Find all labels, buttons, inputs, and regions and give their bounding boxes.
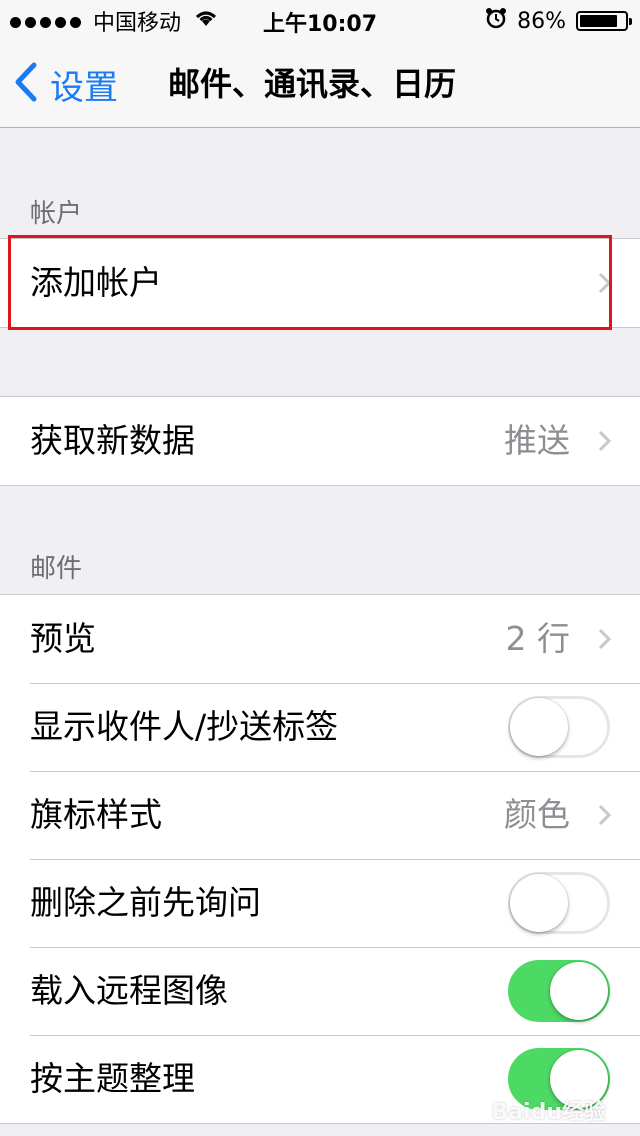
watermark-logo: Baidu经验 [491,1100,606,1125]
ask-before-delete-cell: 删除之前先询问 [0,859,640,947]
battery-percent: 86% [517,8,566,34]
ask-before-delete-label: 删除之前先询问 [30,883,261,922]
alarm-icon [485,7,507,35]
fetch-new-data-cell[interactable]: 获取新数据 推送 [0,397,640,485]
page-title: 邮件、通讯录、日历 [168,65,457,103]
flag-style-value: 颜色 [504,795,570,834]
section-header-mail: 邮件 [30,554,83,584]
load-remote-images-cell: 载入远程图像 [0,947,640,1035]
load-remote-images-label: 载入远程图像 [30,971,228,1010]
flag-style-label: 旗标样式 [30,795,162,834]
status-right: 86% [485,6,632,36]
chevron-right-icon [598,430,612,456]
show-to-cc-toggle[interactable] [508,696,610,758]
section-header-accounts: 帐户 [30,199,83,229]
back-chevron-icon [14,62,38,106]
fetch-new-data-label: 获取新数据 [30,421,195,460]
fetch-new-data-value: 推送 [504,421,570,460]
show-to-cc-cell: 显示收件人/抄送标签 [0,683,640,771]
chevron-right-icon [598,272,612,298]
accounts-group: 添加帐户 [0,238,640,328]
navigation-bar: 设置 邮件、通讯录、日历 [0,40,640,128]
battery-icon [576,11,632,31]
back-button[interactable]: 设置 [14,62,118,108]
load-remote-images-toggle[interactable] [508,960,610,1022]
preview-label: 预览 [30,619,96,658]
chevron-right-icon [598,804,612,830]
ask-before-delete-toggle[interactable] [508,872,610,934]
battery-level [580,15,618,27]
add-account-cell[interactable]: 添加帐户 [0,239,640,327]
organize-by-thread-label: 按主题整理 [30,1059,195,1098]
mail-group: 预览 2 行 显示收件人/抄送标签 旗标样式 颜色 删除之前先询问 载入远程图像… [0,594,640,1124]
back-label: 设置 [50,67,118,108]
preview-cell[interactable]: 预览 2 行 [0,595,640,683]
chevron-right-icon [598,628,612,654]
flag-style-cell[interactable]: 旗标样式 颜色 [0,771,640,859]
status-bar: 中国移动 上午10:07 86% [0,0,640,40]
fetch-group: 获取新数据 推送 [0,396,640,486]
show-to-cc-label: 显示收件人/抄送标签 [30,707,339,746]
add-account-label: 添加帐户 [30,263,162,302]
preview-value: 2 行 [505,619,571,658]
